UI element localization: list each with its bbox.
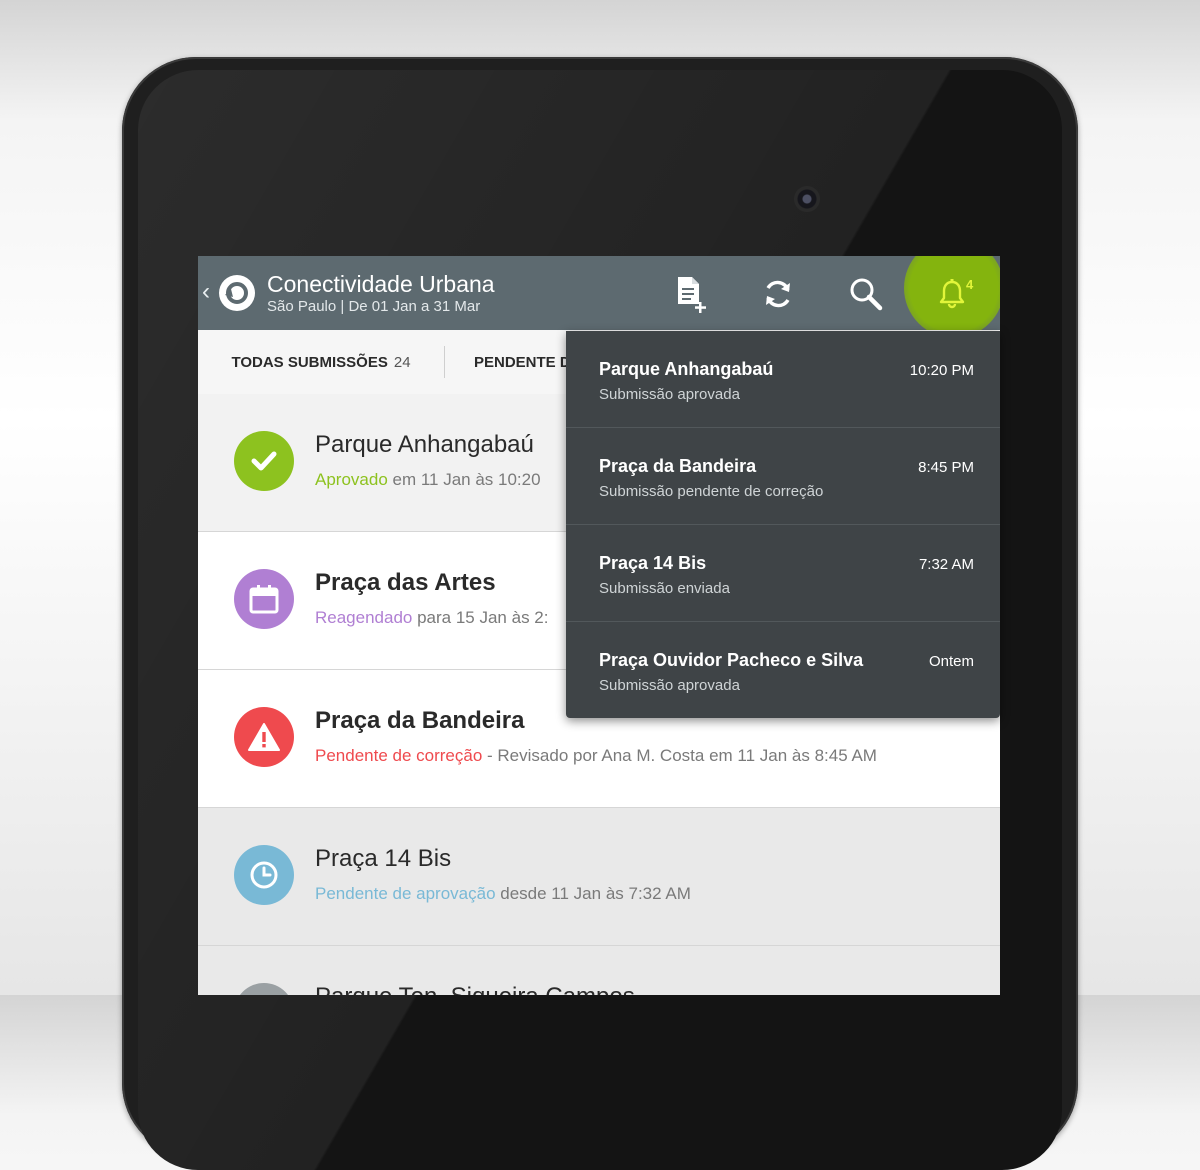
list-item[interactable]: Praça 14 Bis Pendente de aprovação desde… — [198, 808, 1000, 946]
list-item-title: Praça 14 Bis — [315, 845, 452, 872]
notification-subtitle: Submissão aprovada — [599, 386, 740, 403]
notification-title: Praça da Bandeira — [599, 456, 757, 476]
list-item-title: Praça da Bandeira — [315, 707, 525, 734]
tab-count: 24 — [393, 353, 411, 371]
notifications-count-badge: 4 — [966, 277, 974, 292]
check-icon — [234, 431, 294, 491]
search-button[interactable] — [846, 274, 886, 314]
notification-time: 7:32 AM — [918, 556, 974, 573]
notification-item[interactable]: Praça 14 Bis Submissão enviada 7:32 AM — [566, 525, 1000, 622]
list-item-status: Aprovado em 11 Jan às 10:20 — [315, 470, 541, 490]
notification-title: Praça Ouvidor Pacheco e Silva — [599, 650, 864, 670]
list-item-status: Pendente de correção - Revisado por Ana … — [315, 746, 877, 766]
notification-title: Parque Anhangabaú — [599, 359, 774, 379]
notification-title: Praça 14 Bis — [599, 553, 707, 573]
list-item-title: Praça das Artes — [315, 569, 496, 596]
list-item-title: Parque Anhangabaú — [315, 431, 534, 458]
file-add-icon — [678, 277, 706, 313]
calendar-icon — [234, 569, 294, 629]
notification-subtitle: Submissão aprovada — [599, 677, 740, 694]
list-item[interactable]: Parque Ten. Siqueira Campos — [198, 946, 1000, 995]
notification-subtitle: Submissão pendente de correção — [599, 483, 824, 500]
app-subtitle: São Paulo | De 01 Jan a 31 Mar — [267, 298, 481, 315]
notification-item[interactable]: Praça da Bandeira Submissão pendente de … — [566, 428, 1000, 525]
tab-label: PENDENTE D — [474, 353, 571, 371]
list-item-title: Parque Ten. Siqueira Campos — [315, 983, 635, 995]
notification-time: 8:45 PM — [918, 459, 974, 476]
notification-item[interactable]: Parque Anhangabaú Submissão aprovada 10:… — [566, 331, 1000, 428]
app-bar: ‹ Conectividade Urbana São Paulo | De 01… — [198, 256, 1000, 338]
tab-all-submissions[interactable]: TODAS SUBMISSÕES 24 — [198, 330, 444, 394]
chevron-left-icon[interactable]: ‹ — [202, 280, 210, 304]
front-camera — [794, 186, 820, 212]
notifications-dropdown: Parque Anhangabaú Submissão aprovada 10:… — [566, 331, 1000, 718]
tab-pending[interactable]: PENDENTE D — [474, 330, 571, 394]
notification-item[interactable]: Praça Ouvidor Pacheco e Silva Submissão … — [566, 622, 1000, 718]
bell-icon — [939, 279, 965, 309]
status-label: Aprovado — [315, 470, 388, 489]
sync-button[interactable] — [758, 274, 798, 314]
app-logo-icon[interactable] — [218, 274, 256, 312]
app-title: Conectividade Urbana — [267, 271, 495, 297]
status-detail: para 15 Jan às 2: — [412, 608, 549, 627]
sync-icon — [766, 280, 790, 308]
tab-divider — [444, 346, 445, 378]
status-label: Pendente de aprovação — [315, 884, 496, 903]
search-icon — [850, 278, 883, 311]
status-label: Pendente de correção — [315, 746, 483, 765]
warning-icon — [234, 707, 294, 767]
status-detail: desde 11 Jan às 7:32 AM — [495, 884, 691, 903]
list-item-status: Pendente de aprovação desde 11 Jan às 7:… — [315, 884, 691, 904]
notification-subtitle: Submissão enviada — [599, 580, 730, 597]
status-detail: - Revisado por Ana M. Costa em 11 Jan às… — [482, 746, 877, 765]
tab-label: TODAS SUBMISSÕES — [231, 353, 388, 371]
notification-time: Ontem — [928, 653, 974, 670]
status-label: Reagendado — [315, 608, 413, 627]
clock-icon — [234, 845, 294, 905]
status-detail: em 11 Jan às 10:20 — [387, 470, 541, 489]
new-submission-button[interactable] — [670, 274, 710, 314]
notification-time: 10:20 PM — [909, 362, 974, 379]
list-item-status: Reagendado para 15 Jan às 2: — [315, 608, 548, 628]
status-icon — [234, 983, 294, 995]
